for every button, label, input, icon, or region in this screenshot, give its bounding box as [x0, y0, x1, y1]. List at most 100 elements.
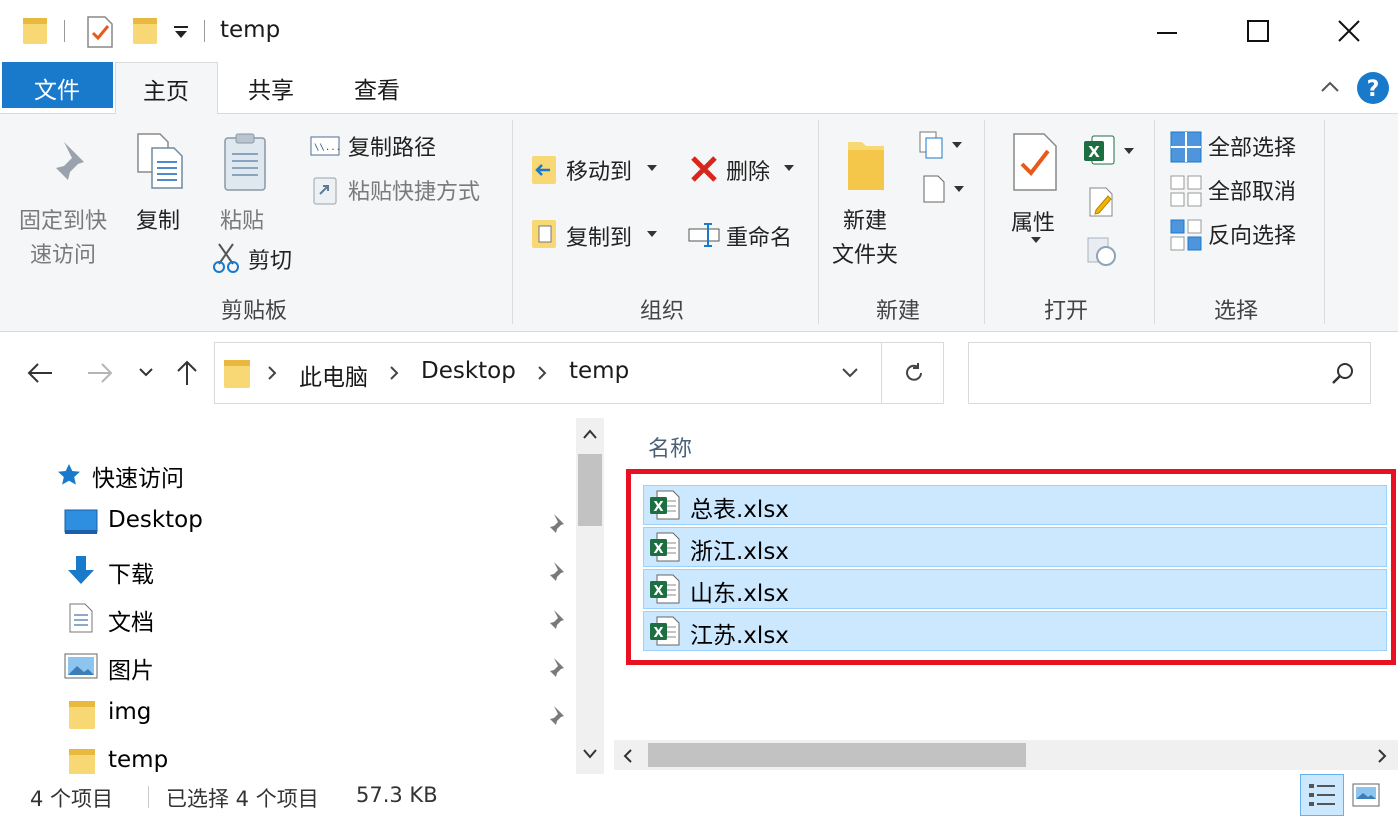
up-icon[interactable]: [174, 359, 200, 387]
tab-view[interactable]: 查看: [354, 71, 400, 105]
properties-icon[interactable]: [86, 16, 114, 48]
new-folder-label-2[interactable]: 文件夹: [832, 237, 898, 269]
tab-file[interactable]: 文件: [2, 62, 113, 108]
breadcrumb-temp[interactable]: temp: [569, 358, 629, 384]
search-icon[interactable]: [1331, 361, 1355, 385]
status-item-count: 4 个项目: [30, 787, 114, 811]
details-view-icon: [1309, 784, 1335, 806]
chevron-right-icon[interactable]: [537, 365, 547, 381]
svg-text:?: ?: [1367, 77, 1380, 102]
new-item-icon[interactable]: [918, 130, 964, 160]
recent-locations-icon[interactable]: [138, 366, 154, 378]
title-bar: temp: [0, 0, 1398, 62]
svg-text:X: X: [1088, 143, 1100, 161]
window-title: temp: [220, 17, 281, 43]
select-group-label: 选择: [1214, 299, 1259, 324]
delete-button[interactable]: 删除: [726, 154, 770, 186]
quick-access-heading[interactable]: 快速访问: [92, 459, 184, 493]
pin-icon[interactable]: [544, 512, 566, 534]
customize-toolbar-icon[interactable]: [172, 24, 190, 40]
chevron-right-icon[interactable]: [389, 365, 399, 381]
help-icon[interactable]: ?: [1356, 71, 1390, 105]
pin-quick-access-label-2[interactable]: 速访问: [30, 237, 96, 269]
address-bar[interactable]: 此电脑 Desktop temp: [214, 342, 944, 404]
status-selected-size: 57.3 KB: [356, 783, 438, 807]
minimize-icon[interactable]: [1155, 22, 1179, 42]
document-icon: [69, 603, 93, 633]
rename-button[interactable]: 重命名: [726, 220, 792, 252]
refresh-icon[interactable]: [903, 361, 925, 385]
scroll-down-icon[interactable]: [582, 748, 598, 760]
large-icons-view-icon[interactable]: [1352, 782, 1380, 808]
invert-selection-button[interactable]: 反向选择: [1208, 218, 1296, 250]
breadcrumb-desktop[interactable]: Desktop: [421, 358, 516, 384]
properties-large-icon: [1013, 133, 1057, 191]
move-to-dropdown-icon[interactable]: [646, 164, 658, 172]
nav-item-temp[interactable]: temp: [108, 747, 168, 773]
nav-item-documents[interactable]: 文档: [108, 603, 154, 637]
paste-shortcut-button[interactable]: 粘贴快捷方式: [348, 174, 480, 206]
search-input[interactable]: [975, 355, 1315, 391]
scroll-left-icon[interactable]: [622, 748, 634, 764]
star-icon: [58, 464, 80, 485]
select-all-button[interactable]: 全部选择: [1208, 130, 1296, 162]
horizontal-scrollbar[interactable]: [614, 740, 1398, 770]
nav-item-desktop[interactable]: Desktop: [108, 507, 203, 533]
pin-icon[interactable]: [544, 560, 566, 582]
collapse-ribbon-icon[interactable]: [1320, 80, 1340, 94]
chevron-right-icon[interactable]: [267, 365, 277, 381]
pin-icon[interactable]: [544, 704, 566, 726]
select-all-icon: [1170, 131, 1202, 163]
breadcrumb-this-pc[interactable]: 此电脑: [299, 358, 368, 392]
history-icon[interactable]: [1086, 236, 1118, 268]
svg-text:\\...: \\...: [314, 143, 340, 153]
edit-icon[interactable]: [1088, 186, 1116, 218]
paste-button[interactable]: 粘贴: [220, 203, 264, 235]
invert-selection-icon: [1170, 219, 1202, 251]
scroll-right-icon[interactable]: [1376, 748, 1388, 764]
forward-icon[interactable]: [86, 360, 114, 386]
delete-dropdown-icon[interactable]: [783, 164, 795, 172]
pictures-icon: [64, 653, 98, 679]
nav-item-img[interactable]: img: [108, 699, 151, 725]
tab-home[interactable]: 主页: [115, 62, 218, 115]
copy-to-button[interactable]: 复制到: [566, 220, 632, 252]
open-group-label: 打开: [1044, 299, 1089, 324]
scroll-up-icon[interactable]: [582, 428, 598, 440]
nav-item-pictures[interactable]: 图片: [108, 651, 154, 685]
select-none-icon: [1170, 175, 1202, 207]
download-icon: [68, 556, 94, 584]
folder-icon: [69, 749, 95, 774]
new-folder-large-icon: [848, 142, 884, 190]
copy-to-dropdown-icon[interactable]: [646, 230, 658, 238]
maximize-icon[interactable]: [1246, 19, 1270, 43]
nav-scroll-thumb[interactable]: [578, 454, 602, 526]
pin-quick-access-label-1[interactable]: 固定到快: [19, 203, 107, 235]
column-header-name[interactable]: 名称: [648, 431, 692, 463]
nav-scrollbar[interactable]: [576, 418, 604, 774]
new-folder-icon[interactable]: [132, 16, 160, 46]
properties-dropdown-icon[interactable]: [1030, 236, 1042, 244]
details-view-button[interactable]: [1300, 774, 1344, 816]
search-box[interactable]: [968, 342, 1371, 404]
tab-share[interactable]: 共享: [248, 71, 294, 105]
chevron-down-icon[interactable]: [841, 367, 859, 379]
move-to-button[interactable]: 移动到: [566, 154, 632, 186]
cut-button[interactable]: 剪切: [248, 243, 292, 275]
excel-open-icon[interactable]: X: [1082, 134, 1136, 168]
folder-icon[interactable]: [22, 16, 50, 46]
select-none-button[interactable]: 全部取消: [1208, 174, 1296, 206]
easy-access-icon[interactable]: [920, 172, 966, 204]
close-icon[interactable]: [1336, 18, 1362, 44]
pin-icon[interactable]: [544, 608, 566, 630]
copy-button[interactable]: 复制: [136, 203, 180, 235]
pin-icon[interactable]: [544, 656, 566, 678]
horizontal-scroll-thumb[interactable]: [648, 743, 1026, 767]
nav-item-downloads[interactable]: 下载: [108, 555, 154, 589]
copy-path-button[interactable]: 复制路径: [348, 130, 436, 162]
new-folder-label-1[interactable]: 新建: [843, 203, 887, 235]
move-to-icon: [532, 156, 556, 184]
properties-button[interactable]: 属性: [1011, 205, 1055, 237]
folder-icon: [224, 360, 250, 388]
back-icon[interactable]: [26, 360, 54, 386]
